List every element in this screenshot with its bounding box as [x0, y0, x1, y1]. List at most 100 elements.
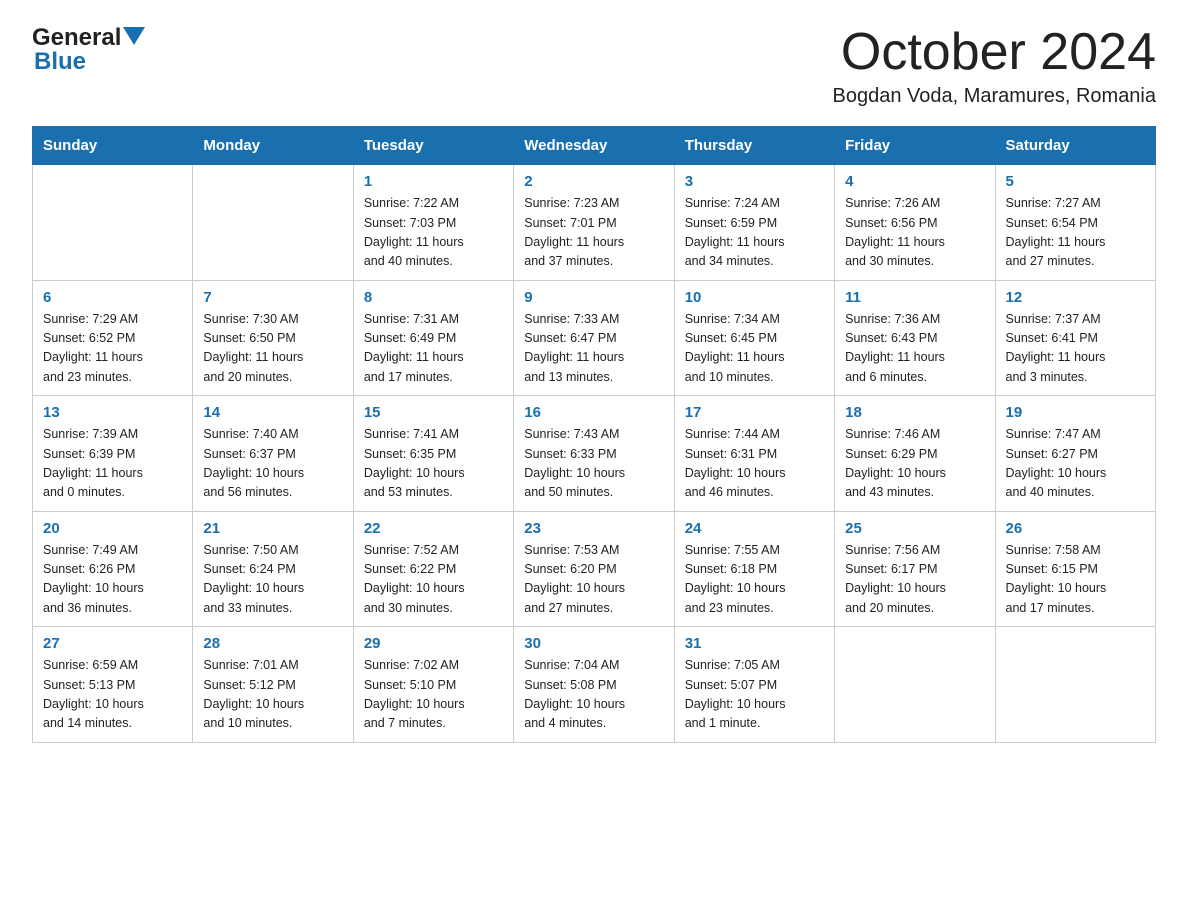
calendar-cell: 18 Sunrise: 7:46 AMSunset: 6:29 PMDayligh… [835, 396, 995, 512]
day-info: Sunrise: 7:34 AMSunset: 6:45 PMDaylight:… [685, 310, 824, 388]
day-number: 24 [685, 520, 824, 537]
header-monday: Monday [193, 127, 353, 165]
calendar-cell: 10 Sunrise: 7:34 AMSunset: 6:45 PMDayligh… [674, 280, 834, 396]
day-number: 13 [43, 404, 182, 421]
day-number: 30 [524, 635, 663, 652]
header-saturday: Saturday [995, 127, 1155, 165]
day-number: 11 [845, 289, 984, 306]
day-info: Sunrise: 7:41 AMSunset: 6:35 PMDaylight:… [364, 425, 503, 503]
calendar-week-row: 6Sunrise: 7:29 AMSunset: 6:52 PMDaylight… [33, 280, 1156, 396]
calendar-cell [995, 627, 1155, 743]
calendar-cell: 11 Sunrise: 7:36 AMSunset: 6:43 PMDayligh… [835, 280, 995, 396]
calendar-week-row: 20 Sunrise: 7:49 AMSunset: 6:26 PMDayligh… [33, 511, 1156, 627]
calendar-cell: 2 Sunrise: 7:23 AMSunset: 7:01 PMDaylight… [514, 165, 674, 281]
location-text: Bogdan Voda, Maramures, Romania [832, 85, 1156, 108]
day-number: 25 [845, 520, 984, 537]
calendar-cell: 8Sunrise: 7:31 AMSunset: 6:49 PMDaylight… [353, 280, 513, 396]
day-number: 27 [43, 635, 182, 652]
calendar-cell: 26 Sunrise: 7:58 AMSunset: 6:15 PMDayligh… [995, 511, 1155, 627]
day-info: Sunrise: 7:44 AMSunset: 6:31 PMDaylight:… [685, 425, 824, 503]
day-number: 9 [524, 289, 663, 306]
header-thursday: Thursday [674, 127, 834, 165]
header-friday: Friday [835, 127, 995, 165]
calendar-week-row: 27 Sunrise: 6:59 AMSunset: 5:13 PMDayligh… [33, 627, 1156, 743]
day-info: Sunrise: 7:40 AMSunset: 6:37 PMDaylight:… [203, 425, 342, 503]
logo: General Blue [32, 24, 145, 76]
calendar-cell: 29Sunrise: 7:02 AMSunset: 5:10 PMDayligh… [353, 627, 513, 743]
day-info: Sunrise: 7:22 AMSunset: 7:03 PMDaylight:… [364, 194, 503, 272]
day-info: Sunrise: 7:04 AMSunset: 5:08 PMDaylight:… [524, 656, 663, 734]
calendar-header-row: SundayMondayTuesdayWednesdayThursdayFrid… [33, 127, 1156, 165]
day-info: Sunrise: 7:46 AMSunset: 6:29 PMDaylight:… [845, 425, 984, 503]
day-info: Sunrise: 7:47 AMSunset: 6:27 PMDaylight:… [1006, 425, 1145, 503]
day-info: Sunrise: 7:23 AMSunset: 7:01 PMDaylight:… [524, 194, 663, 272]
day-number: 5 [1006, 173, 1145, 190]
calendar-cell: 22Sunrise: 7:52 AMSunset: 6:22 PMDayligh… [353, 511, 513, 627]
day-info: Sunrise: 7:36 AMSunset: 6:43 PMDaylight:… [845, 310, 984, 388]
calendar-cell: 14 Sunrise: 7:40 AMSunset: 6:37 PMDayligh… [193, 396, 353, 512]
day-number: 23 [524, 520, 663, 537]
calendar-cell: 27 Sunrise: 6:59 AMSunset: 5:13 PMDayligh… [33, 627, 193, 743]
month-title: October 2024 [832, 24, 1156, 81]
calendar-cell: 13 Sunrise: 7:39 AMSunset: 6:39 PMDayligh… [33, 396, 193, 512]
day-info: Sunrise: 7:50 AMSunset: 6:24 PMDaylight:… [203, 541, 342, 619]
day-number: 4 [845, 173, 984, 190]
calendar-cell: 15 Sunrise: 7:41 AMSunset: 6:35 PMDayligh… [353, 396, 513, 512]
day-info: Sunrise: 7:26 AMSunset: 6:56 PMDaylight:… [845, 194, 984, 272]
day-info: Sunrise: 7:53 AMSunset: 6:20 PMDaylight:… [524, 541, 663, 619]
day-number: 14 [203, 404, 342, 421]
calendar-cell: 5 Sunrise: 7:27 AMSunset: 6:54 PMDaylight… [995, 165, 1155, 281]
day-number: 28 [203, 635, 342, 652]
calendar-cell: 31Sunrise: 7:05 AMSunset: 5:07 PMDayligh… [674, 627, 834, 743]
day-info: Sunrise: 7:43 AMSunset: 6:33 PMDaylight:… [524, 425, 663, 503]
day-number: 16 [524, 404, 663, 421]
calendar-week-row: 13 Sunrise: 7:39 AMSunset: 6:39 PMDayligh… [33, 396, 1156, 512]
calendar-week-row: 1 Sunrise: 7:22 AMSunset: 7:03 PMDaylight… [33, 165, 1156, 281]
day-number: 20 [43, 520, 182, 537]
day-number: 2 [524, 173, 663, 190]
calendar-cell [835, 627, 995, 743]
day-number: 12 [1006, 289, 1145, 306]
day-number: 18 [845, 404, 984, 421]
day-info: Sunrise: 7:55 AMSunset: 6:18 PMDaylight:… [685, 541, 824, 619]
day-info: Sunrise: 7:37 AMSunset: 6:41 PMDaylight:… [1006, 310, 1145, 388]
day-info: Sunrise: 7:05 AMSunset: 5:07 PMDaylight:… [685, 656, 824, 734]
day-info: Sunrise: 7:49 AMSunset: 6:26 PMDaylight:… [43, 541, 182, 619]
calendar-cell: 20 Sunrise: 7:49 AMSunset: 6:26 PMDayligh… [33, 511, 193, 627]
calendar-cell: 28 Sunrise: 7:01 AMSunset: 5:12 PMDayligh… [193, 627, 353, 743]
calendar-cell: 1 Sunrise: 7:22 AMSunset: 7:03 PMDaylight… [353, 165, 513, 281]
day-number: 26 [1006, 520, 1145, 537]
calendar-cell: 21 Sunrise: 7:50 AMSunset: 6:24 PMDayligh… [193, 511, 353, 627]
day-number: 1 [364, 173, 503, 190]
day-info: Sunrise: 7:58 AMSunset: 6:15 PMDaylight:… [1006, 541, 1145, 619]
day-info: Sunrise: 6:59 AMSunset: 5:13 PMDaylight:… [43, 656, 182, 734]
page-header: General Blue October 2024 Bogdan Voda, M… [32, 24, 1156, 108]
day-info: Sunrise: 7:27 AMSunset: 6:54 PMDaylight:… [1006, 194, 1145, 272]
day-info: Sunrise: 7:39 AMSunset: 6:39 PMDaylight:… [43, 425, 182, 503]
calendar-cell: 25Sunrise: 7:56 AMSunset: 6:17 PMDayligh… [835, 511, 995, 627]
day-info: Sunrise: 7:33 AMSunset: 6:47 PMDaylight:… [524, 310, 663, 388]
day-info: Sunrise: 7:24 AMSunset: 6:59 PMDaylight:… [685, 194, 824, 272]
day-number: 15 [364, 404, 503, 421]
calendar-cell [193, 165, 353, 281]
calendar-cell [33, 165, 193, 281]
header-sunday: Sunday [33, 127, 193, 165]
calendar-cell: 30 Sunrise: 7:04 AMSunset: 5:08 PMDayligh… [514, 627, 674, 743]
day-number: 10 [685, 289, 824, 306]
day-number: 19 [1006, 404, 1145, 421]
calendar-cell: 19 Sunrise: 7:47 AMSunset: 6:27 PMDayligh… [995, 396, 1155, 512]
day-number: 7 [203, 289, 342, 306]
day-info: Sunrise: 7:31 AMSunset: 6:49 PMDaylight:… [364, 310, 503, 388]
day-number: 21 [203, 520, 342, 537]
day-number: 22 [364, 520, 503, 537]
calendar-cell: 24 Sunrise: 7:55 AMSunset: 6:18 PMDayligh… [674, 511, 834, 627]
calendar-cell: 4 Sunrise: 7:26 AMSunset: 6:56 PMDaylight… [835, 165, 995, 281]
header-wednesday: Wednesday [514, 127, 674, 165]
day-info: Sunrise: 7:30 AMSunset: 6:50 PMDaylight:… [203, 310, 342, 388]
logo-blue-text: Blue [32, 48, 86, 76]
day-info: Sunrise: 7:01 AMSunset: 5:12 PMDaylight:… [203, 656, 342, 734]
day-number: 29 [364, 635, 503, 652]
calendar-cell: 23 Sunrise: 7:53 AMSunset: 6:20 PMDayligh… [514, 511, 674, 627]
header-tuesday: Tuesday [353, 127, 513, 165]
day-number: 6 [43, 289, 182, 306]
